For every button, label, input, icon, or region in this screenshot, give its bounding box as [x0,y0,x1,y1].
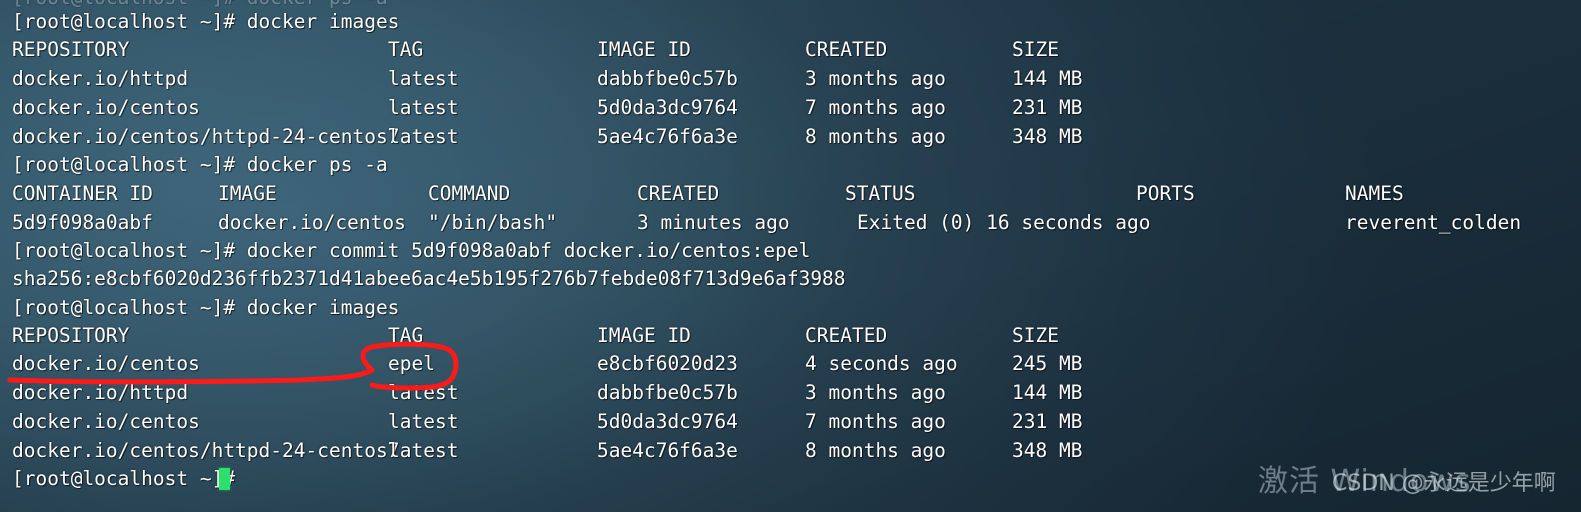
cell-image: docker.io/centos [218,211,406,234]
col-image-id: IMAGE ID [597,38,691,61]
col-command: COMMAND [428,182,511,205]
cell-created: 8 months ago [805,439,946,462]
cell-tag: latest [388,410,459,433]
cell-created: 7 months ago [805,410,946,433]
cell-created: 3 minutes ago [637,211,790,234]
col-repository: REPOSITORY [12,324,130,347]
cell-repository: docker.io/centos [12,352,200,375]
col-image: IMAGE [218,182,277,205]
cell-size: 144 MB [1012,67,1083,90]
col-container-id: CONTAINER ID [12,182,153,205]
col-names: NAMES [1345,182,1404,205]
cell-repository: docker.io/centos/httpd-24-centos7 [12,439,400,462]
cell-repository: docker.io/centos [12,410,200,433]
cell-created: 8 months ago [805,125,946,148]
terminal-window: [root@localhost ~]# docker ps -a [root@l… [0,0,1581,512]
cell-image-id: 5ae4c76f6a3e [597,439,738,462]
cell-tag: latest [388,125,459,148]
output-sha256-digest: sha256:e8cbf6020d236ffb2371d41abee6ac4e5… [12,267,846,290]
command-docker-images-1: [root@localhost ~]# docker images [12,10,400,33]
col-size: SIZE [1012,38,1059,61]
command-docker-commit: [root@localhost ~]# docker commit 5d9f09… [12,239,811,262]
col-status: STATUS [845,182,916,205]
cell-tag: latest [388,67,459,90]
csdn-watermark: CSDN @永远是少年啊 [1332,471,1556,496]
col-created: CREATED [805,38,888,61]
cell-tag-epel: epel [388,352,435,375]
cell-repository: docker.io/httpd [12,67,189,90]
cell-created: 7 months ago [805,96,946,119]
cell-image-id: dabbfbe0c57b [597,67,738,90]
cell-size: 245 MB [1012,352,1083,375]
col-tag: TAG [388,38,424,61]
terminal-output[interactable]: [root@localhost ~]# docker ps -a [root@l… [0,0,1581,512]
cell-created: 4 seconds ago [805,352,958,375]
cell-names: reverent_colden [1345,211,1522,234]
cell-repository: docker.io/centos [12,96,200,119]
cell-size: 144 MB [1012,381,1083,404]
cell-image-id: dabbfbe0c57b [597,381,738,404]
text-cursor[interactable] [219,468,230,490]
col-created: CREATED [637,182,720,205]
cell-tag: latest [388,96,459,119]
command-docker-ps-a: [root@localhost ~]# docker ps -a [12,153,388,176]
cell-command: "/bin/bash" [428,211,558,234]
prompt-final: [root@localhost ~]# [12,467,236,490]
col-tag: TAG [388,324,424,347]
cell-size: 231 MB [1012,410,1083,433]
cell-repository: docker.io/centos/httpd-24-centos7 [12,125,400,148]
cell-size: 348 MB [1012,125,1083,148]
cell-size: 231 MB [1012,96,1083,119]
col-created: CREATED [805,324,888,347]
cell-image-id: 5ae4c76f6a3e [597,125,738,148]
cell-image-id: e8cbf6020d23 [597,352,738,375]
cell-size: 348 MB [1012,439,1083,462]
col-ports: PORTS [1136,182,1195,205]
cell-repository: docker.io/httpd [12,381,189,404]
col-size: SIZE [1012,324,1059,347]
cell-image-id: 5d0da3dc9764 [597,96,738,119]
cell-created: 3 months ago [805,67,946,90]
cell-tag: latest [388,381,459,404]
cell-container-id: 5d9f098a0abf [12,211,153,234]
cell-image-id: 5d0da3dc9764 [597,410,738,433]
command-docker-images-2: [root@localhost ~]# docker images [12,296,400,319]
cell-status: Exited (0) 16 seconds ago [857,211,1151,234]
cell-tag: latest [388,439,459,462]
col-repository: REPOSITORY [12,38,130,61]
cell-created: 3 months ago [805,381,946,404]
col-image-id: IMAGE ID [597,324,691,347]
